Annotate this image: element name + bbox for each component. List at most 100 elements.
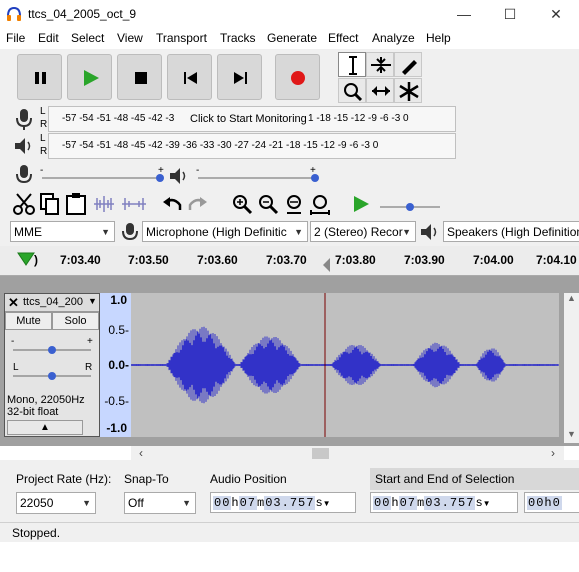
play-speed-slider[interactable] — [378, 195, 442, 215]
skip-to-start-button[interactable] — [167, 54, 212, 100]
audio-host-select[interactable]: MME ▼ — [10, 221, 115, 242]
mute-button[interactable]: Mute — [5, 312, 52, 330]
chevron-down-icon: ▼ — [294, 227, 303, 237]
menu-file[interactable]: File — [6, 31, 25, 45]
scroll-up-icon[interactable]: ▲ — [567, 293, 576, 303]
selection-mode-label[interactable]: Start and End of Selection — [375, 472, 514, 486]
silence-audio-icon[interactable] — [120, 192, 148, 216]
start-monitoring-prompt[interactable]: Click to Start Monitoring — [190, 113, 307, 125]
status-bar: Stopped. — [0, 522, 579, 542]
play-meter-right-label: R — [40, 146, 48, 157]
input-channels-select[interactable]: 2 (Stereo) Recor ▼ — [310, 221, 416, 242]
project-rate-value: 22050 — [20, 496, 54, 510]
playback-volume-slider[interactable]: - + — [196, 164, 322, 186]
chevron-down-icon[interactable]: ▼ — [323, 499, 331, 508]
scroll-left-icon[interactable]: ‹ — [139, 446, 143, 460]
stop-button[interactable] — [117, 54, 162, 100]
position-minutes[interactable]: 07 — [238, 496, 258, 510]
chevron-down-icon: ▼ — [402, 227, 411, 237]
selection-end-value[interactable]: 00h0 — [527, 496, 562, 510]
play-button[interactable] — [67, 54, 112, 100]
menu-tracks[interactable]: Tracks — [220, 31, 256, 45]
microphone-icon[interactable] — [14, 107, 34, 131]
input-device-mic-icon — [122, 223, 138, 241]
record-icon — [291, 71, 305, 85]
track-close-button[interactable]: ✕ — [8, 295, 19, 311]
collapse-track-button[interactable]: ▲ — [7, 420, 83, 435]
i-beam-icon — [349, 56, 357, 75]
scroll-right-icon[interactable]: › — [551, 446, 555, 460]
gain-slider[interactable]: - + — [11, 336, 93, 356]
chevron-down-icon[interactable]: ▼ — [483, 499, 491, 508]
menu-view[interactable]: View — [117, 31, 143, 45]
output-device-select[interactable]: Speakers (High Definition — [443, 221, 579, 242]
menu-analyze[interactable]: Analyze — [372, 31, 415, 45]
track-name-menu[interactable]: ttcs_04_200 — [23, 296, 83, 308]
position-seconds[interactable]: 03.757 — [264, 496, 316, 510]
fit-selection-icon[interactable] — [282, 193, 306, 215]
position-hours[interactable]: 00 — [213, 496, 232, 510]
pause-button[interactable] — [17, 54, 62, 100]
play-head-icon — [17, 252, 35, 266]
copy-icon[interactable] — [38, 192, 62, 216]
close-button[interactable]: ✕ — [533, 0, 579, 29]
minimize-button[interactable]: — — [441, 0, 487, 29]
draw-tool-button[interactable] — [394, 52, 422, 77]
menu-help[interactable]: Help — [426, 31, 451, 45]
menu-select[interactable]: Select — [71, 31, 104, 45]
zoom-tool-button[interactable] — [338, 78, 366, 103]
project-rate-select[interactable]: 22050 ▼ — [16, 492, 96, 514]
cut-icon[interactable] — [12, 192, 36, 216]
multi-tool-button[interactable] — [394, 78, 422, 103]
horizontal-scroll-thumb[interactable] — [312, 448, 329, 459]
input-device-value: Microphone (High Definitic — [146, 225, 287, 239]
speaker-icon[interactable] — [13, 136, 35, 156]
scroll-down-icon[interactable]: ▼ — [567, 429, 576, 439]
redo-icon[interactable] — [186, 193, 210, 215]
snap-to-value: Off — [128, 496, 144, 510]
menu-edit[interactable]: Edit — [38, 31, 59, 45]
undo-icon[interactable] — [160, 193, 184, 215]
window-title: ttcs_04_2005_oct_9 — [28, 7, 137, 21]
timeline-tick: 7:03.50 — [128, 253, 169, 267]
time-shift-tool-button[interactable] — [366, 78, 394, 103]
timeline-ruler[interactable]: ) 7:03.40 7:03.50 7:03.60 7:03.70 7:03.8… — [0, 246, 579, 276]
play-at-speed-icon[interactable] — [349, 193, 373, 215]
scale-label: 0.0- — [108, 358, 129, 372]
menu-effect[interactable]: Effect — [328, 31, 358, 45]
zoom-in-icon[interactable] — [230, 193, 254, 215]
selection-start-hours[interactable]: 00 — [373, 496, 392, 510]
selection-start-seconds[interactable]: 03.757 — [424, 496, 476, 510]
record-meter-scale: -57 -54 -51 -48 -45 -42 -3 — [62, 113, 175, 124]
recording-volume-slider[interactable]: - + — [40, 164, 166, 186]
selection-start-field[interactable]: 00h07m03.757s▼ — [370, 492, 518, 513]
maximize-button[interactable]: ☐ — [487, 0, 533, 29]
selection-start-minutes[interactable]: 07 — [398, 496, 418, 510]
trim-audio-icon[interactable] — [92, 192, 116, 216]
fit-project-icon[interactable] — [308, 193, 332, 215]
menu-generate[interactable]: Generate — [267, 31, 317, 45]
record-button[interactable] — [275, 54, 320, 100]
status-text: Stopped. — [12, 526, 61, 540]
vertical-amplitude-ruler[interactable]: 1.0 0.5- 0.0- -0.5- -1.0 — [100, 293, 131, 437]
pause-icon — [35, 72, 46, 84]
input-channels-value: 2 (Stereo) Recor — [314, 225, 403, 239]
selection-end-field[interactable]: 00h0 — [524, 492, 579, 513]
input-device-select[interactable]: Microphone (High Definitic ▼ — [142, 221, 308, 242]
waveform-display[interactable] — [130, 293, 559, 437]
pan-slider[interactable]: L R — [11, 362, 93, 384]
audio-position-field[interactable]: 00h07m03.757s▼ — [210, 492, 356, 513]
track-menu-chevron-icon[interactable]: ▼ — [88, 296, 97, 306]
snap-to-select[interactable]: Off ▼ — [124, 492, 196, 514]
menu-transport[interactable]: Transport — [156, 31, 207, 45]
scale-label: 1.0 — [110, 293, 127, 307]
chevron-down-icon: ▼ — [101, 227, 110, 237]
zoom-out-icon[interactable] — [256, 193, 280, 215]
solo-button[interactable]: Solo — [52, 312, 99, 330]
vertical-scrollbar[interactable]: ▲ ▼ — [564, 293, 579, 443]
envelope-tool-button[interactable] — [366, 52, 394, 77]
horizontal-scrollbar[interactable]: ‹ › — [131, 446, 564, 461]
skip-to-end-button[interactable] — [217, 54, 262, 100]
selection-tool-button[interactable] — [338, 52, 366, 77]
paste-icon[interactable] — [64, 192, 88, 216]
